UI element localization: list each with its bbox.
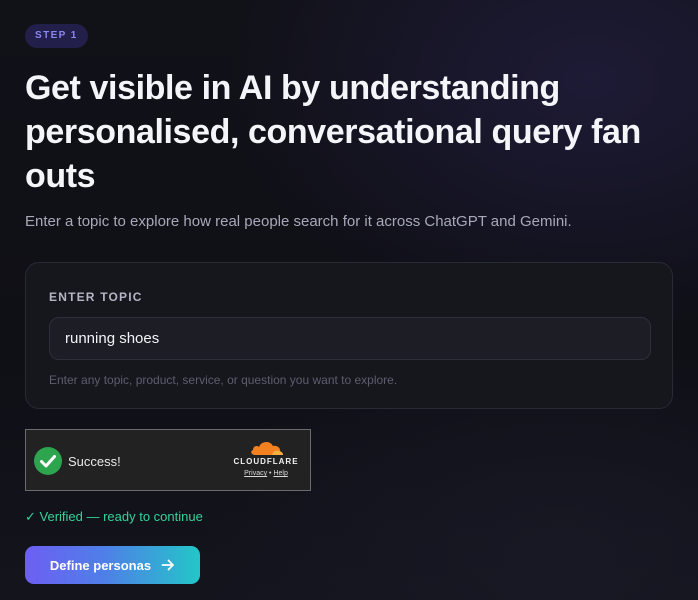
cloudflare-wordmark: CLOUDFLARE	[233, 457, 299, 466]
verified-message: ✓ Verified — ready to continue	[25, 509, 203, 524]
cloudflare-links: Privacy • Help	[231, 469, 301, 478]
define-personas-label: Define personas	[49, 557, 152, 573]
define-personas-button[interactable]: Define personas	[25, 546, 200, 584]
topic-card: ENTER TOPIC Enter any topic, product, se…	[25, 262, 673, 409]
topic-hint: Enter any topic, product, service, or qu…	[49, 373, 398, 387]
topic-label: ENTER TOPIC	[49, 290, 143, 304]
page-title: Get visible in AI by understanding perso…	[25, 69, 641, 195]
check-circle-icon	[34, 447, 62, 475]
cloudflare-turnstile-widget[interactable]: Success! CLOUDFLARE Privacy • Help	[25, 429, 311, 491]
step-section: STEP 1 Get visible in AI by understandin…	[25, 24, 675, 584]
arrow-right-icon	[161, 559, 174, 571]
cloudflare-logo: CLOUDFLARE Privacy • Help	[231, 440, 301, 478]
link-separator: •	[269, 470, 272, 477]
page-subtitle: Enter a topic to explore how real people…	[25, 213, 572, 230]
step-badge: STEP 1	[25, 24, 88, 48]
help-link[interactable]: Help	[273, 470, 287, 477]
topic-input[interactable]	[49, 317, 651, 360]
privacy-link[interactable]: Privacy	[244, 470, 267, 477]
captcha-success-text: Success!	[68, 454, 121, 469]
cloudflare-cloud-icon	[251, 441, 283, 455]
